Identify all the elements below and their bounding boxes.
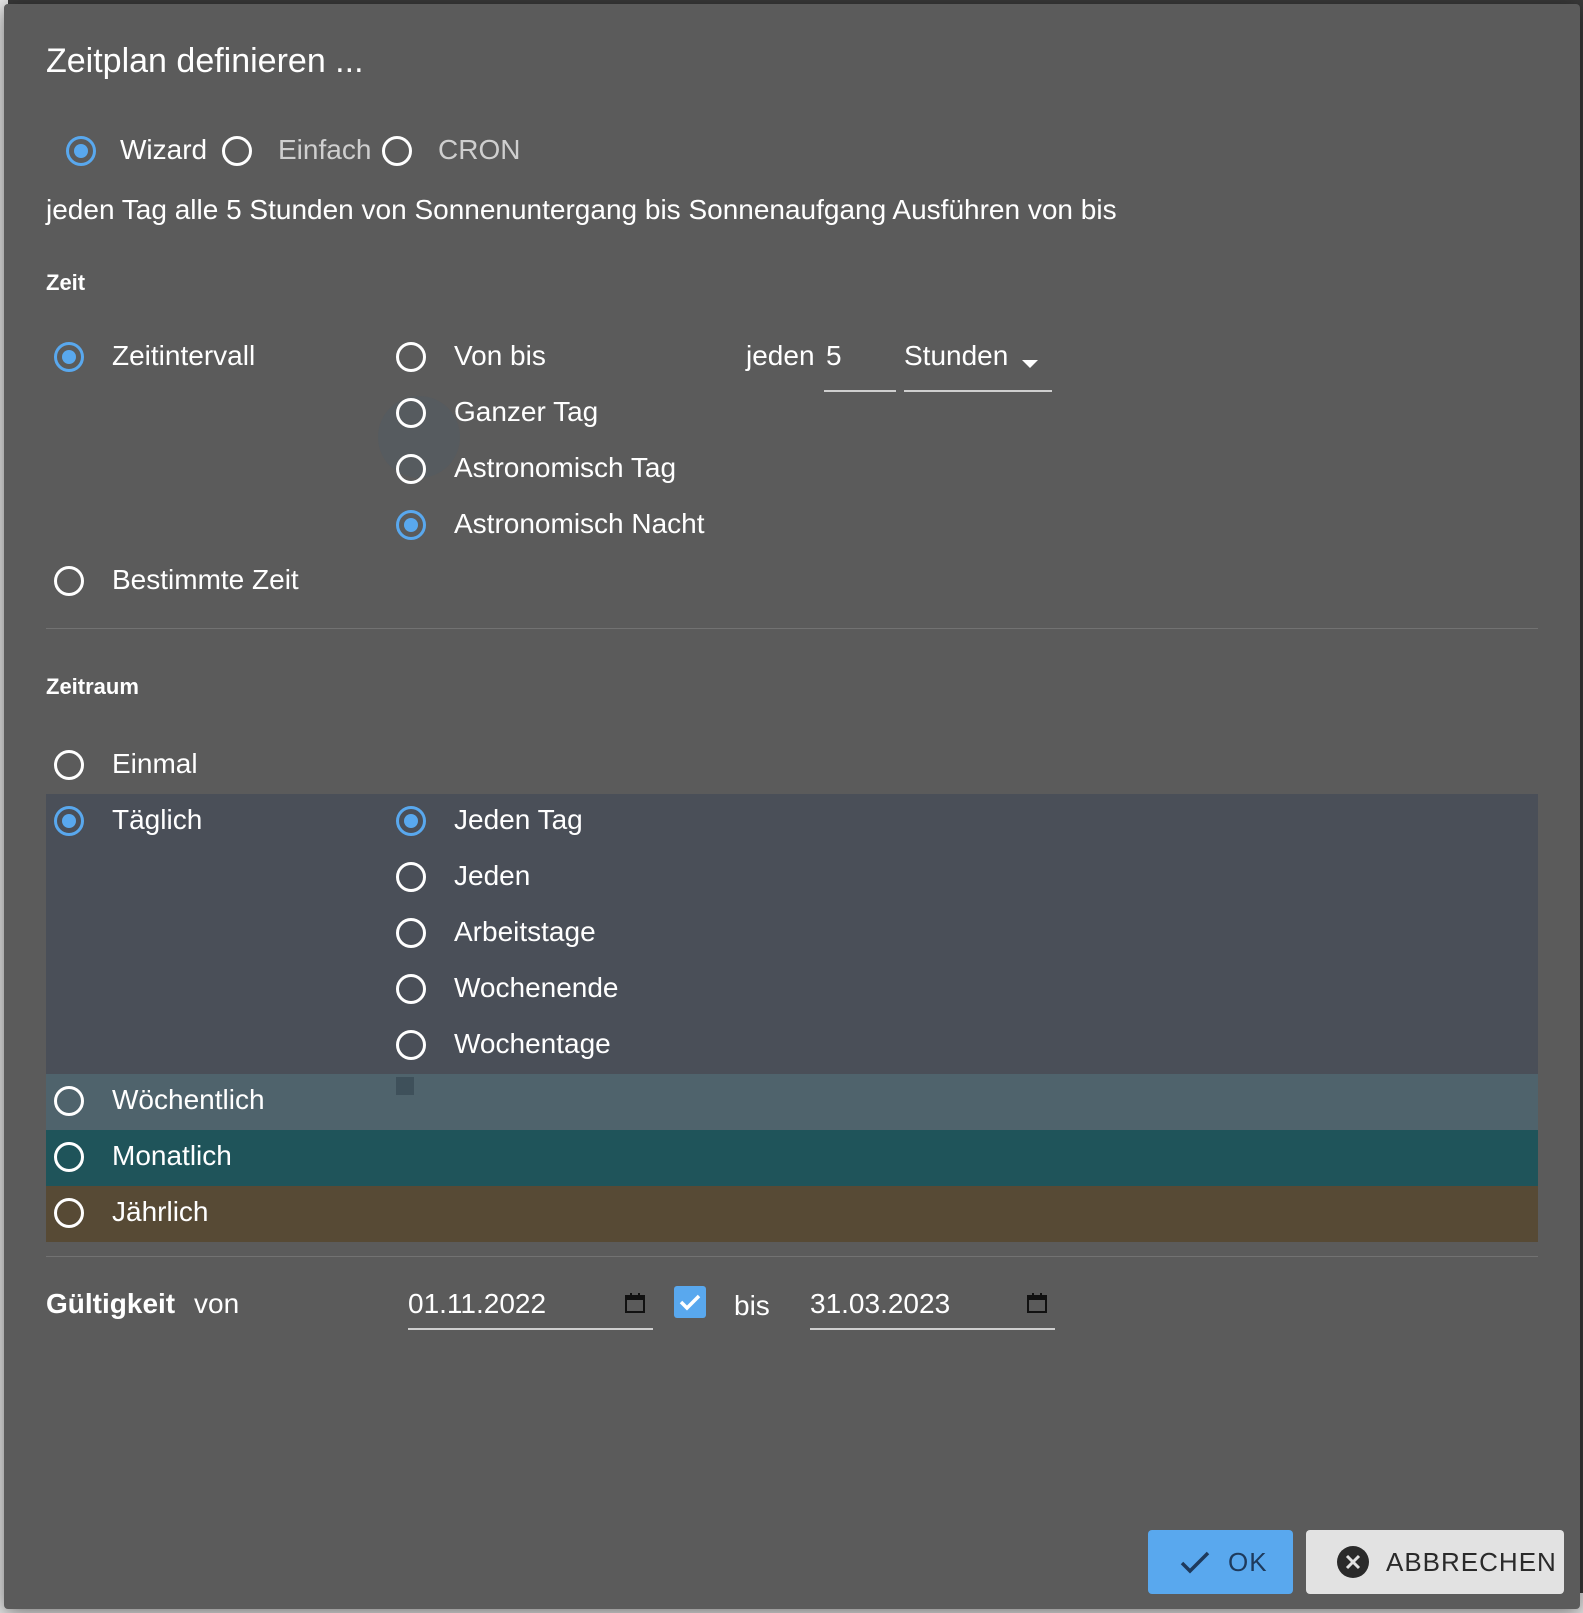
interval-unit-underline	[904, 390, 1052, 392]
daily-radio-wochenende[interactable]	[396, 974, 426, 1004]
band-taeglich	[46, 794, 1538, 1074]
zeit-radio-bestimmte-zeit[interactable]	[54, 566, 84, 596]
interval-value-input[interactable]: 5	[826, 340, 842, 372]
check-icon	[679, 1294, 701, 1311]
zeit-label-bestimmte-zeit: Bestimmte Zeit	[112, 564, 299, 595]
mode-label-einfach: Einfach	[278, 134, 372, 165]
daily-label-wochenende: Wochenende	[454, 972, 619, 1003]
period-radio-monatlich[interactable]	[54, 1142, 84, 1172]
validity-to-label: bis	[734, 1290, 770, 1321]
interval-unit-select[interactable]: Stunden	[904, 340, 1008, 372]
zeit-label-zeitintervall: Zeitintervall	[112, 340, 256, 371]
daily-radio-jeden[interactable]	[396, 862, 426, 892]
date-from-underline	[408, 1328, 653, 1330]
range-label-von-bis: Von bis	[454, 340, 546, 371]
daily-radio-arbeitstage[interactable]	[396, 918, 426, 948]
date-to-checkbox[interactable]	[674, 1286, 706, 1318]
period-label-jaehrlich: Jährlich	[112, 1196, 209, 1227]
period-label-taeglich: Täglich	[112, 804, 203, 835]
section-heading-zeitraum: Zeitraum	[46, 674, 139, 699]
check-icon	[1180, 1551, 1210, 1574]
ok-button-label: OK	[1228, 1546, 1268, 1577]
period-radio-woechentlich[interactable]	[54, 1086, 84, 1116]
band-monatlich	[46, 1130, 1538, 1186]
band-woechentlich	[46, 1074, 1538, 1130]
mode-label-wizard: Wizard	[120, 134, 208, 165]
range-label-astronomisch-nacht: Astronomisch Nacht	[454, 508, 705, 539]
daily-label-jeden: Jeden	[454, 860, 531, 891]
calendar-icon[interactable]	[624, 1292, 646, 1314]
dialog-title: Zeitplan definieren ...	[46, 42, 364, 80]
schedule-dialog: Zeitplan definieren ... Wizard Einfach C…	[4, 4, 1580, 1609]
period-radio-einmal[interactable]	[54, 750, 84, 780]
mode-radio-wizard[interactable]	[66, 136, 96, 166]
cancel-button[interactable]: ABBRECHEN	[1306, 1530, 1564, 1594]
period-radio-jaehrlich[interactable]	[54, 1198, 84, 1228]
range-radio-astronomisch-nacht[interactable]	[396, 510, 426, 540]
section-heading-zeit: Zeit	[46, 270, 86, 295]
calendar-icon[interactable]	[1026, 1292, 1048, 1314]
period-label-woechentlich: Wöchentlich	[112, 1084, 265, 1115]
ok-button[interactable]: OK	[1148, 1530, 1293, 1594]
daily-label-arbeitstage: Arbeitstage	[454, 916, 596, 947]
date-from-input[interactable]: 01.11.2022	[408, 1288, 546, 1320]
mode-radio-cron[interactable]	[382, 136, 412, 166]
period-radio-taeglich[interactable]	[54, 806, 84, 836]
interval-every-label: jeden	[746, 340, 815, 371]
range-label-astronomisch-tag: Astronomisch Tag	[454, 452, 677, 483]
period-label-einmal: Einmal	[112, 748, 198, 779]
resize-handle	[396, 1077, 414, 1095]
schedule-summary: jeden Tag alle 5 Stunden von Sonnenunter…	[46, 194, 1117, 225]
daily-radio-jeden-tag[interactable]	[396, 806, 426, 836]
close-circle-icon	[1337, 1546, 1369, 1578]
validity-from-label: von	[194, 1288, 240, 1319]
range-radio-astronomisch-tag[interactable]	[396, 454, 426, 484]
range-radio-von-bis[interactable]	[396, 342, 426, 372]
mode-label-cron: CRON	[438, 134, 521, 165]
date-to-input[interactable]: 31.03.2023	[810, 1288, 950, 1320]
range-label-ganzer-tag: Ganzer Tag	[454, 396, 599, 427]
date-to-underline	[810, 1328, 1055, 1330]
daily-radio-wochentage[interactable]	[396, 1030, 426, 1060]
section-divider	[46, 628, 1538, 629]
section-divider	[46, 1256, 1538, 1257]
cancel-button-label: ABBRECHEN	[1386, 1546, 1557, 1577]
band-jaehrlich	[46, 1186, 1538, 1242]
daily-label-wochentage: Wochentage	[454, 1028, 611, 1059]
mode-radio-einfach[interactable]	[222, 136, 252, 166]
interval-value-underline	[824, 390, 896, 392]
range-radio-ganzer-tag[interactable]	[396, 398, 426, 428]
daily-label-jeden-tag: Jeden Tag	[454, 804, 583, 835]
zeit-radio-zeitintervall[interactable]	[54, 342, 84, 372]
period-label-monatlich: Monatlich	[112, 1140, 232, 1171]
chevron-down-icon[interactable]	[1022, 360, 1038, 368]
validity-label: Gültigkeit	[46, 1288, 176, 1319]
